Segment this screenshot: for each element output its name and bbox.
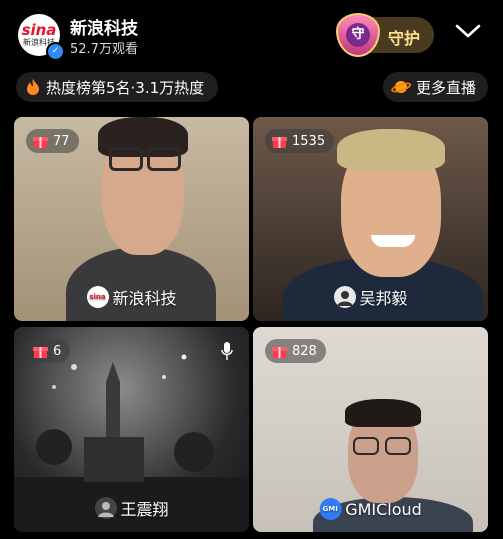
more-live-text: 更多直播 [416, 78, 477, 97]
guard-badge-text: 守 [346, 23, 370, 47]
video-tile-2[interactable]: 1535 吴邦毅 [253, 117, 488, 321]
viewer-count: 52.7万观看 [70, 42, 138, 57]
participant-tag[interactable]: sina 新浪科技 [86, 285, 177, 309]
guard-shield-icon: 守 [336, 13, 380, 57]
hot-rank-text: 热度榜第5名·3.1万热度 [46, 78, 205, 97]
gift-counter[interactable]: 1535 [265, 129, 335, 153]
more-live-pill[interactable]: 更多直播 [383, 72, 489, 102]
gift-icon [272, 136, 287, 148]
live-header: sina 新浪科技 ✓ 新浪科技 52.7万观看 守 守护 [0, 0, 503, 70]
hot-rank-pill[interactable]: 热度榜第5名·3.1万热度 [16, 72, 219, 102]
sina-logo: sina [21, 20, 57, 39]
gift-counter[interactable]: 828 [265, 339, 326, 363]
participant-tag[interactable]: 吴邦毅 [333, 285, 408, 309]
participant-tag[interactable]: 王震翔 [94, 496, 169, 520]
video-tile-3[interactable]: 6 王震翔 [14, 327, 249, 532]
chevron-down-icon[interactable] [455, 22, 481, 40]
verified-icon: ✓ [46, 42, 65, 61]
gift-icon [272, 346, 287, 358]
gift-count: 6 [53, 343, 62, 359]
planet-icon [391, 81, 411, 93]
gift-counter[interactable]: 6 [26, 339, 71, 363]
gmi-avatar-icon: GMI [319, 498, 342, 520]
channel-name[interactable]: 新浪科技 [70, 14, 138, 39]
participant-name: 王震翔 [120, 500, 169, 519]
flame-icon [27, 79, 39, 95]
guard-button[interactable]: 守 守护 [336, 13, 434, 57]
user-avatar-icon [94, 497, 117, 519]
microphone-icon[interactable] [221, 341, 233, 361]
participant-name: 吴邦毅 [359, 289, 408, 308]
gift-counter[interactable]: 77 [26, 129, 79, 153]
gift-count: 1535 [292, 133, 326, 149]
guard-label: 守护 [388, 29, 421, 48]
gift-icon [33, 346, 48, 358]
participant-tag[interactable]: GMI GMICloud [319, 498, 422, 520]
gift-icon [33, 136, 48, 148]
participant-name: 新浪科技 [112, 289, 177, 308]
gift-count: 77 [53, 133, 70, 149]
user-avatar-icon [333, 286, 356, 308]
participant-name: GMICloud [345, 499, 422, 519]
gift-count: 828 [292, 343, 317, 359]
video-tile-1[interactable]: 77 sina 新浪科技 [14, 117, 249, 321]
video-tile-4[interactable]: 828 GMI GMICloud [253, 327, 488, 532]
sina-avatar-icon: sina [86, 286, 109, 308]
